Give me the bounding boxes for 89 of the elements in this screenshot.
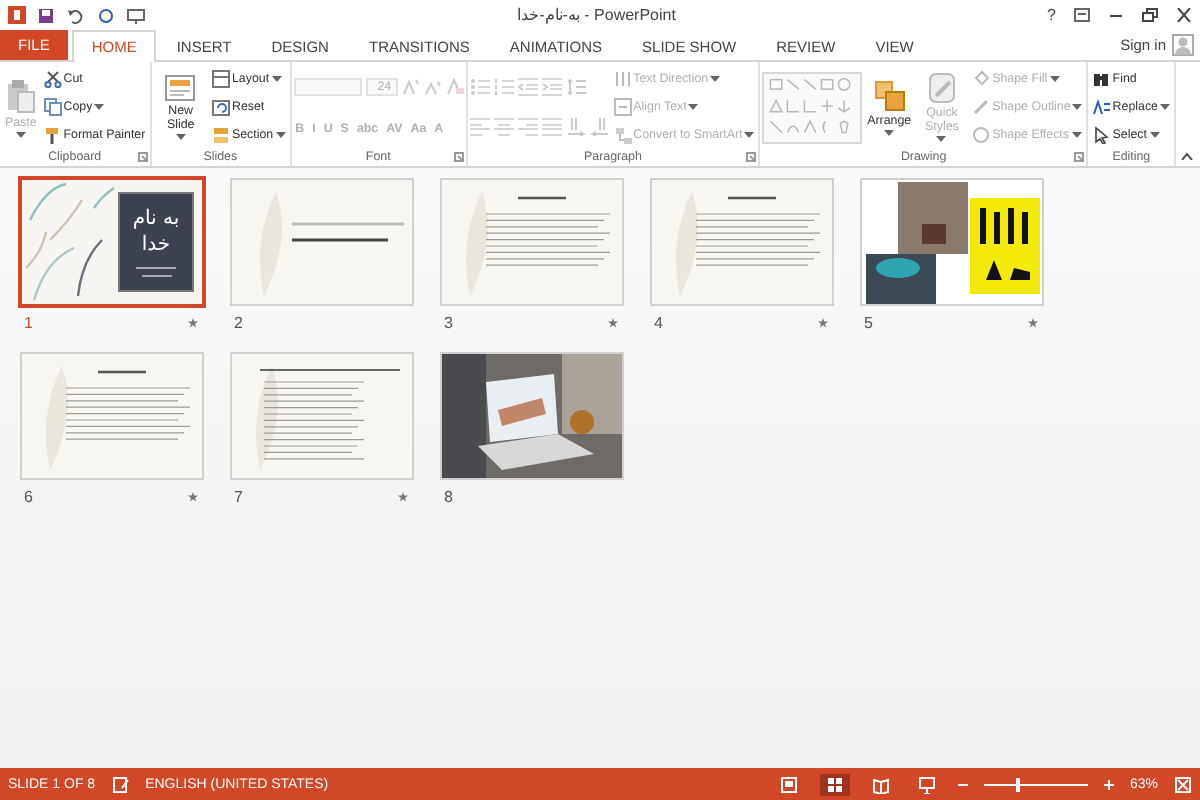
arrange-icon <box>873 79 906 111</box>
line-spacing-icon <box>565 77 586 96</box>
binoculars-icon <box>1092 70 1111 89</box>
align-center-icon <box>493 118 514 137</box>
zoom-out-icon[interactable] <box>957 779 968 789</box>
caret-icon <box>1149 131 1159 138</box>
increase-indent-icon <box>541 77 562 96</box>
font-shrink-icon <box>423 78 442 97</box>
slideshow-icon <box>917 775 936 793</box>
slide-number: 4 <box>654 313 663 331</box>
window-title: به-نام-خدا - PowerPoint <box>515 6 678 24</box>
book-icon <box>871 775 890 793</box>
save-icon[interactable] <box>38 7 54 23</box>
feather-pattern-drawing <box>22 180 118 304</box>
dialog-launcher-icon[interactable] <box>1074 152 1085 162</box>
align-text-icon <box>613 97 632 116</box>
replace-icon <box>1092 97 1111 116</box>
bullet-list-icon <box>469 77 490 96</box>
numbered-list-icon <box>493 77 514 96</box>
star-icon[interactable] <box>608 317 618 327</box>
decrease-indent-icon <box>517 77 538 96</box>
caret-icon <box>936 136 947 142</box>
zoom-in-icon[interactable] <box>1103 779 1114 789</box>
quick-styles-icon <box>925 72 958 104</box>
maximize-icon[interactable] <box>1142 8 1158 22</box>
caret-icon <box>710 76 721 83</box>
close-icon[interactable] <box>1176 8 1192 22</box>
zoom-thumb[interactable] <box>1015 777 1020 791</box>
caret-icon <box>688 103 699 110</box>
fit-to-window-icon[interactable] <box>1174 775 1192 793</box>
caret-icon <box>884 129 895 135</box>
smartart-icon <box>613 125 632 144</box>
slideshow-icon[interactable] <box>126 7 146 23</box>
pencil-icon <box>972 97 991 116</box>
slide-number: 1 <box>24 313 33 331</box>
user-avatar-icon[interactable] <box>1172 34 1194 56</box>
caret-icon <box>275 131 286 138</box>
slide-number: 2 <box>234 313 243 331</box>
undo-icon[interactable] <box>66 7 86 23</box>
powerpoint-logo-icon[interactable] <box>8 6 26 24</box>
dialog-launcher-icon[interactable] <box>453 152 464 162</box>
dialog-launcher-icon[interactable] <box>746 152 757 162</box>
slide-sorter-icon <box>825 775 844 793</box>
caret-icon <box>1072 103 1083 110</box>
caret-icon <box>94 103 105 110</box>
scissors-icon <box>43 70 62 89</box>
slide-number: 3 <box>444 313 453 331</box>
paint-bucket-icon <box>972 70 991 89</box>
slide-number: 7 <box>234 487 243 505</box>
font-grow-icon <box>401 78 420 97</box>
caret-icon <box>1160 103 1170 110</box>
dialog-launcher-icon[interactable] <box>137 152 148 162</box>
clear-format-icon <box>445 78 464 97</box>
left-to-right-icon <box>565 118 586 137</box>
caret-icon <box>1071 131 1081 138</box>
paintbrush-icon <box>43 125 62 144</box>
star-icon[interactable] <box>188 491 198 501</box>
justify-icon <box>541 118 562 137</box>
subtitle-lines-drawing <box>132 263 180 279</box>
star-icon[interactable] <box>398 491 408 501</box>
slide-number: 6 <box>24 487 33 505</box>
star-icon[interactable] <box>1028 317 1038 327</box>
caret-icon <box>15 131 26 137</box>
shape-effects-icon <box>972 125 991 144</box>
normal-view-icon <box>779 775 798 793</box>
align-left-icon <box>469 118 490 137</box>
star-icon[interactable] <box>818 317 828 327</box>
layout-icon <box>211 70 230 89</box>
reset-icon <box>211 97 230 116</box>
collapse-ribbon-icon[interactable] <box>1180 152 1194 160</box>
notes-icon[interactable] <box>111 775 130 793</box>
caret-icon <box>1049 76 1060 83</box>
slide-number: 5 <box>864 313 873 331</box>
align-right-icon <box>517 118 538 137</box>
slide-title: به نام خدا <box>130 205 182 257</box>
caret-icon <box>175 134 186 140</box>
right-to-left-icon <box>589 118 610 137</box>
copy-icon <box>43 97 62 116</box>
slide-number: 8 <box>444 487 453 505</box>
caret-icon <box>744 131 755 138</box>
section-icon <box>211 125 230 144</box>
new-slide-icon <box>164 74 197 102</box>
caret-icon <box>271 76 282 83</box>
text-direction-icon <box>613 70 632 89</box>
cursor-icon <box>1092 125 1111 144</box>
help-button[interactable]: ? <box>1047 6 1056 24</box>
ribbon-display-icon[interactable] <box>1074 8 1090 22</box>
slide-sorter-view-button[interactable] <box>819 773 850 795</box>
star-icon[interactable] <box>188 317 198 327</box>
